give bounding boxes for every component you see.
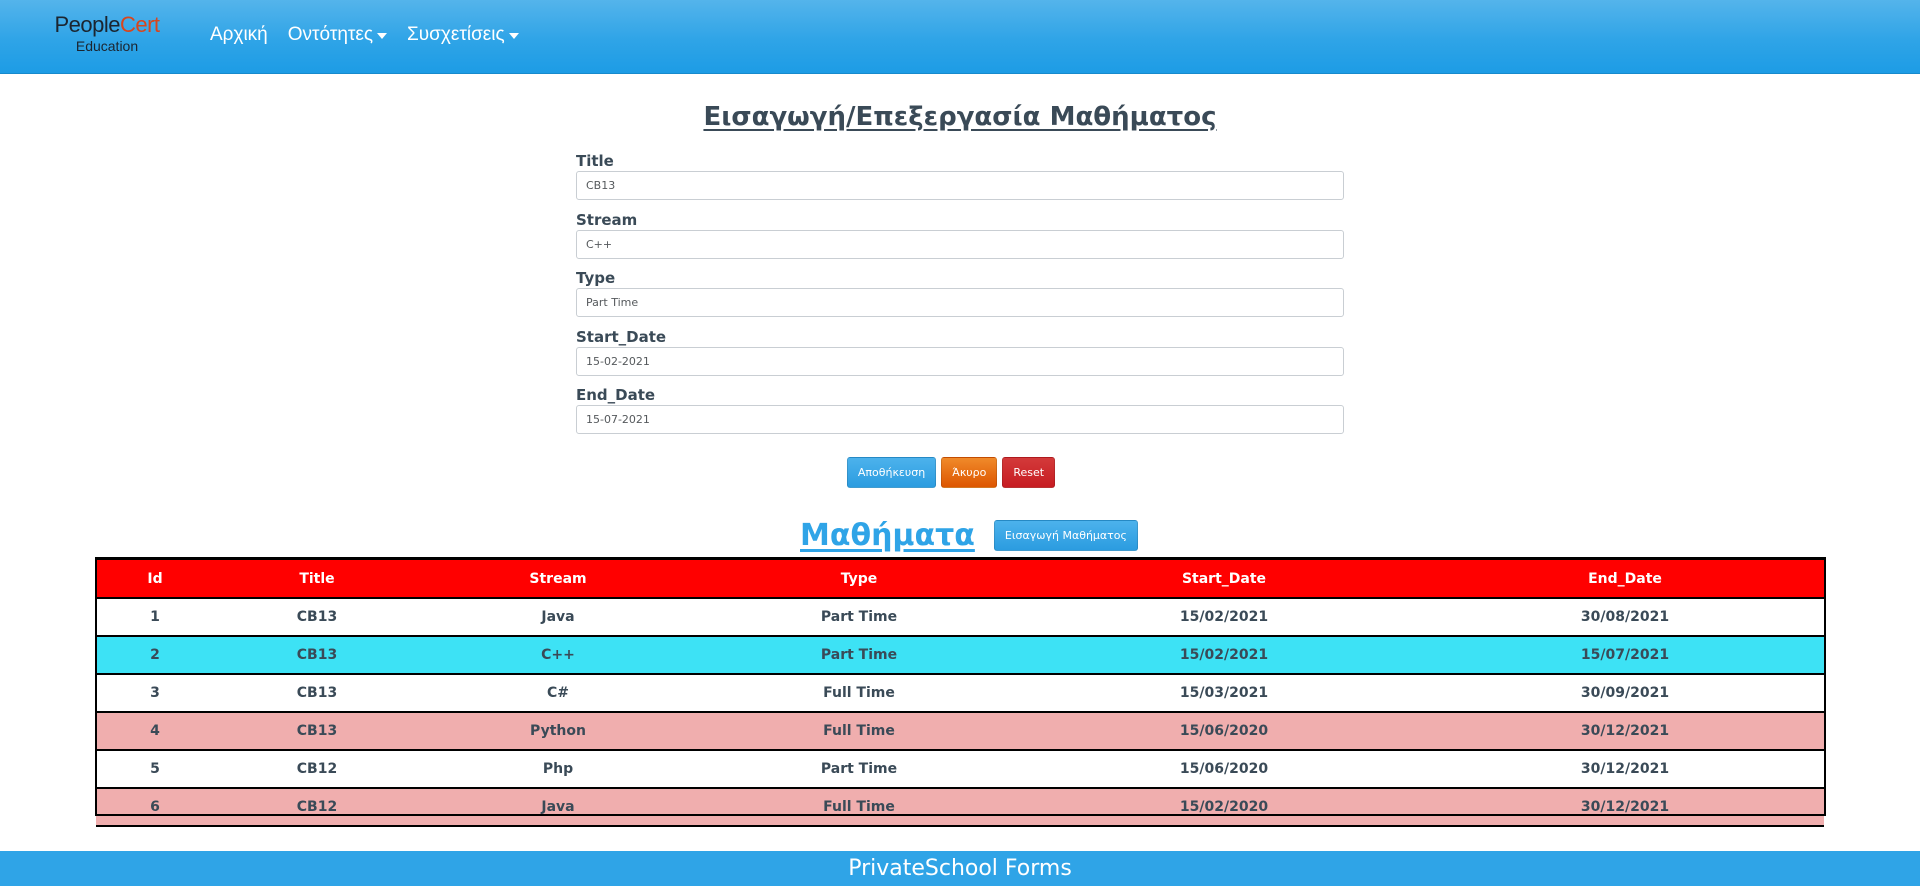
cancel-button[interactable]: Άκυρο: [941, 457, 998, 488]
cell-title: CB13: [214, 711, 420, 751]
cell-id: 2: [96, 635, 214, 675]
field-label: Type: [576, 269, 616, 287]
table-row[interactable]: 1 CB13 Java Part Time 15/02/2021 30/08/2…: [96, 597, 1824, 637]
field-start-date: Start_Date: [576, 327, 1344, 386]
cell-type: Part Time: [696, 635, 1022, 675]
cell-start-date: 15/03/2021: [1022, 673, 1426, 713]
reset-button[interactable]: Reset: [1002, 457, 1056, 488]
column-header-stream: Stream: [420, 558, 696, 599]
column-header-id: Id: [96, 558, 214, 599]
column-header-type: Type: [696, 558, 1022, 599]
table-row-selected[interactable]: 2 CB13 C++ Part Time 15/02/2021 15/07/20…: [96, 635, 1824, 675]
cell-type: Full Time: [696, 787, 1022, 827]
course-form: Title Stream Type Start_Date End_Date: [576, 151, 1344, 444]
nav-item-relations-dropdown[interactable]: Συσχετίσεις: [407, 24, 519, 46]
field-end-date: End_Date: [576, 385, 1344, 444]
courses-header: Μαθήματα Εισαγωγή Μαθήματος: [800, 518, 1138, 553]
field-type: Type: [576, 268, 1344, 327]
cell-start-date: 15/02/2020: [1022, 787, 1426, 827]
cell-end-date: 15/07/2021: [1426, 635, 1824, 675]
field-title: Title: [576, 151, 1344, 210]
stream-input[interactable]: [576, 229, 1344, 259]
type-input[interactable]: [576, 288, 1344, 317]
courses-table: Id Title Stream Type Start_Date End_Date…: [96, 558, 1824, 827]
cell-stream: Python: [420, 711, 696, 751]
field-label: Start_Date: [576, 327, 667, 346]
cell-title: CB13: [214, 635, 420, 675]
end-date-input[interactable]: [576, 405, 1344, 434]
cell-id: 5: [96, 749, 214, 789]
cell-end-date: 30/12/2021: [1426, 711, 1824, 751]
cell-stream: C++: [420, 635, 696, 675]
cell-end-date: 30/08/2021: [1426, 597, 1824, 637]
field-label: Title: [576, 152, 614, 170]
save-button[interactable]: Αποθήκευση: [846, 457, 937, 488]
cell-type: Full Time: [696, 711, 1022, 751]
cell-stream: Php: [420, 749, 696, 789]
cell-end-date: 30/09/2021: [1426, 673, 1824, 713]
cell-title: CB13: [214, 673, 420, 713]
cell-title: CB12: [214, 749, 420, 789]
cell-type: Part Time: [696, 749, 1022, 789]
cell-id: 3: [96, 673, 214, 713]
cell-title: CB12: [214, 787, 420, 827]
column-header-title: Title: [214, 558, 420, 599]
cell-end-date: 30/12/2021: [1426, 787, 1824, 827]
cell-end-date: 30/12/2021: [1426, 749, 1824, 789]
cell-id: 6: [96, 787, 214, 827]
brand-name: PeopleCert: [54, 12, 160, 37]
courses-title[interactable]: Μαθήματα: [800, 518, 975, 553]
cell-start-date: 15/02/2021: [1022, 635, 1426, 675]
table-row[interactable]: 3 CB13 C# Full Time 15/03/2021 30/09/202…: [96, 673, 1824, 713]
cell-stream: Java: [420, 787, 696, 827]
cell-id: 1: [96, 597, 214, 637]
table-row[interactable]: 6 CB12 Java Full Time 15/02/2020 30/12/2…: [96, 787, 1824, 827]
form-title: Εισαγωγή/Επεξεργασία Μαθήματος: [703, 102, 1217, 132]
caret-down-icon: [377, 33, 388, 39]
column-header-start-date: Start_Date: [1022, 558, 1426, 599]
field-stream: Stream: [576, 210, 1344, 269]
cell-stream: Java: [420, 597, 696, 637]
footer: PrivateSchool Forms: [0, 851, 1920, 886]
nav-item-entities-dropdown[interactable]: Οντότητες: [288, 24, 388, 46]
cell-start-date: 15/06/2020: [1022, 749, 1426, 789]
table-header-row: Id Title Stream Type Start_Date End_Date: [96, 558, 1824, 599]
add-course-button[interactable]: Εισαγωγή Μαθήματος: [993, 520, 1138, 551]
cell-start-date: 15/06/2020: [1022, 711, 1426, 751]
cell-type: Part Time: [696, 597, 1022, 637]
field-label: End_Date: [576, 386, 656, 404]
table-row[interactable]: 5 CB12 Php Part Time 15/06/2020 30/12/20…: [96, 749, 1824, 789]
title-input[interactable]: [576, 171, 1344, 200]
nav-item-home[interactable]: Αρχική: [210, 24, 268, 46]
form-actions: Αποθήκευση Άκυρο Reset: [0, 457, 1920, 488]
cell-type: Full Time: [696, 673, 1022, 713]
column-header-end-date: End_Date: [1426, 558, 1824, 599]
brand-logo[interactable]: PeopleCert Education: [52, 12, 162, 54]
caret-down-icon: [508, 33, 519, 39]
cell-title: CB13: [214, 597, 420, 637]
brand-subtitle: Education: [75, 38, 139, 54]
nav-menu: Αρχική Οντότητες Συσχετίσεις: [210, 24, 519, 46]
top-navbar: PeopleCert Education Αρχική Οντότητες Συ…: [0, 0, 1920, 74]
table-row[interactable]: 4 CB13 Python Full Time 15/06/2020 30/12…: [96, 711, 1824, 751]
start-date-input[interactable]: [576, 346, 1344, 376]
cell-stream: C#: [420, 673, 696, 713]
cell-id: 4: [96, 711, 214, 751]
cell-start-date: 15/02/2021: [1022, 597, 1426, 637]
field-label: Stream: [576, 210, 638, 229]
